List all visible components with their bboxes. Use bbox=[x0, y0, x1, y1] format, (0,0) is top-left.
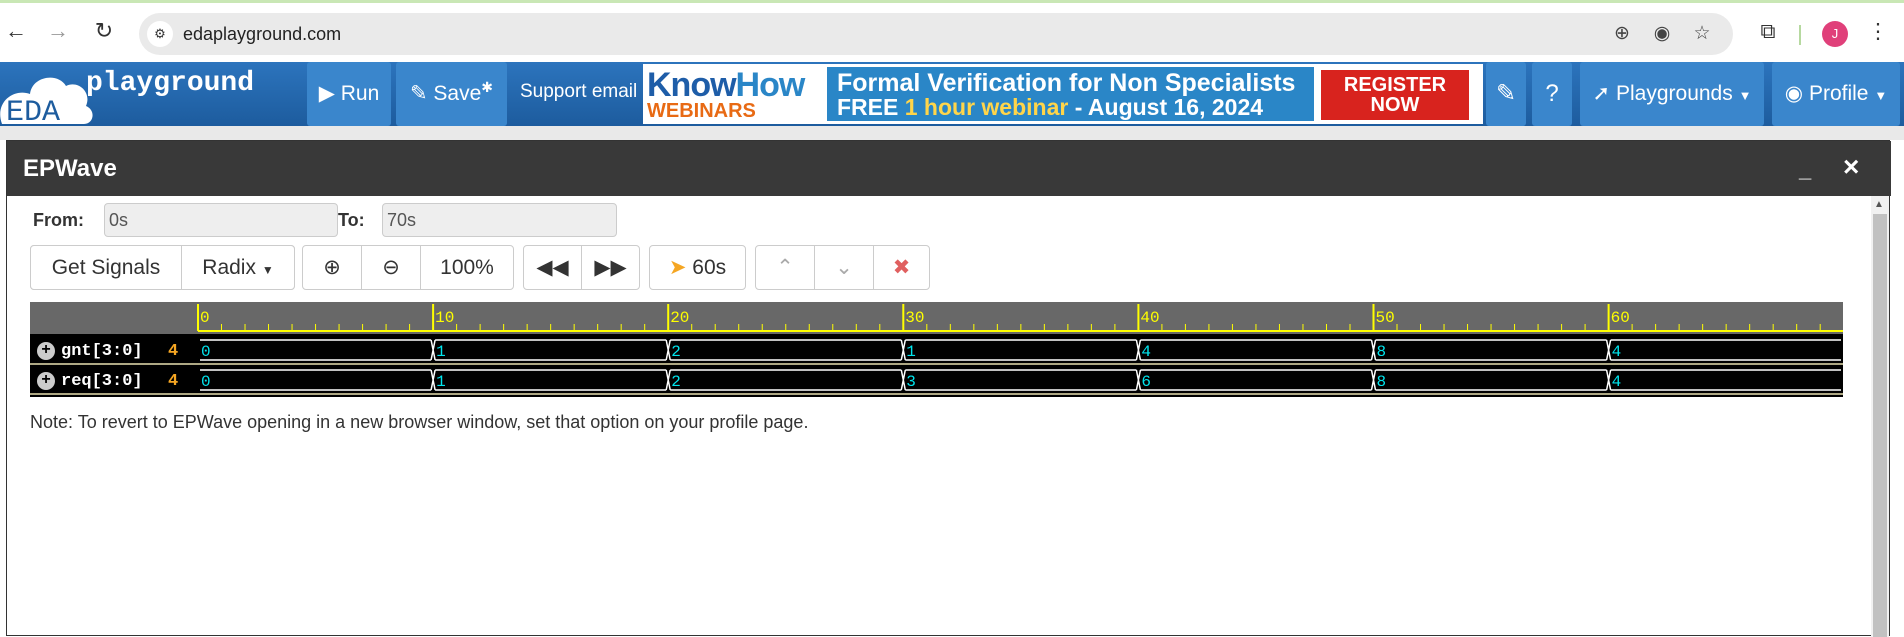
bus-value-label: 8 bbox=[1377, 373, 1387, 391]
bus-transition bbox=[900, 339, 907, 361]
bus-transition bbox=[1370, 369, 1377, 391]
profile-note: Note: To revert to EPWave opening in a n… bbox=[30, 412, 809, 432]
ruler-tick-label: 60 bbox=[1611, 309, 1630, 327]
bus-transition bbox=[1135, 339, 1142, 361]
bus-value-label: 3 bbox=[906, 373, 916, 391]
bus-transition bbox=[900, 369, 907, 391]
bus-transition bbox=[1605, 369, 1612, 391]
bus-value-label: 8 bbox=[1377, 343, 1387, 361]
bus-transition bbox=[430, 339, 436, 361]
ruler-tick-label: 10 bbox=[435, 309, 454, 327]
bus-value-label: 4 bbox=[1612, 343, 1622, 361]
bus-value-label: 6 bbox=[1141, 373, 1151, 391]
bus-transition bbox=[430, 369, 436, 391]
ruler-tick-label: 20 bbox=[670, 309, 689, 327]
ruler-tick-label: 0 bbox=[200, 309, 210, 327]
bus-value-label: 0 bbox=[201, 373, 211, 391]
bus-value-label: 1 bbox=[436, 343, 446, 361]
bus-transition bbox=[1605, 339, 1612, 361]
bus-transition bbox=[665, 369, 671, 391]
bus-value-label: 2 bbox=[671, 343, 681, 361]
waveform-canvas[interactable]: 0 10 20 30 40 50 600 1 2 1 4 8 40 1 2 3 6 8 4 bbox=[0, 0, 1904, 636]
ruler-tick-label: 30 bbox=[905, 309, 924, 327]
bus-transition bbox=[1370, 339, 1377, 361]
bus-value-label: 2 bbox=[671, 373, 681, 391]
bus-value-label: 1 bbox=[436, 373, 446, 391]
bus-value-label: 4 bbox=[1612, 373, 1622, 391]
bus-value-label: 0 bbox=[201, 343, 211, 361]
bus-value-label: 4 bbox=[1141, 343, 1151, 361]
ruler-tick-label: 40 bbox=[1140, 309, 1159, 327]
ruler-tick-label: 50 bbox=[1376, 309, 1395, 327]
bus-transition bbox=[665, 339, 671, 361]
bus-value-label: 1 bbox=[906, 343, 916, 361]
bus-transition bbox=[1135, 369, 1142, 391]
